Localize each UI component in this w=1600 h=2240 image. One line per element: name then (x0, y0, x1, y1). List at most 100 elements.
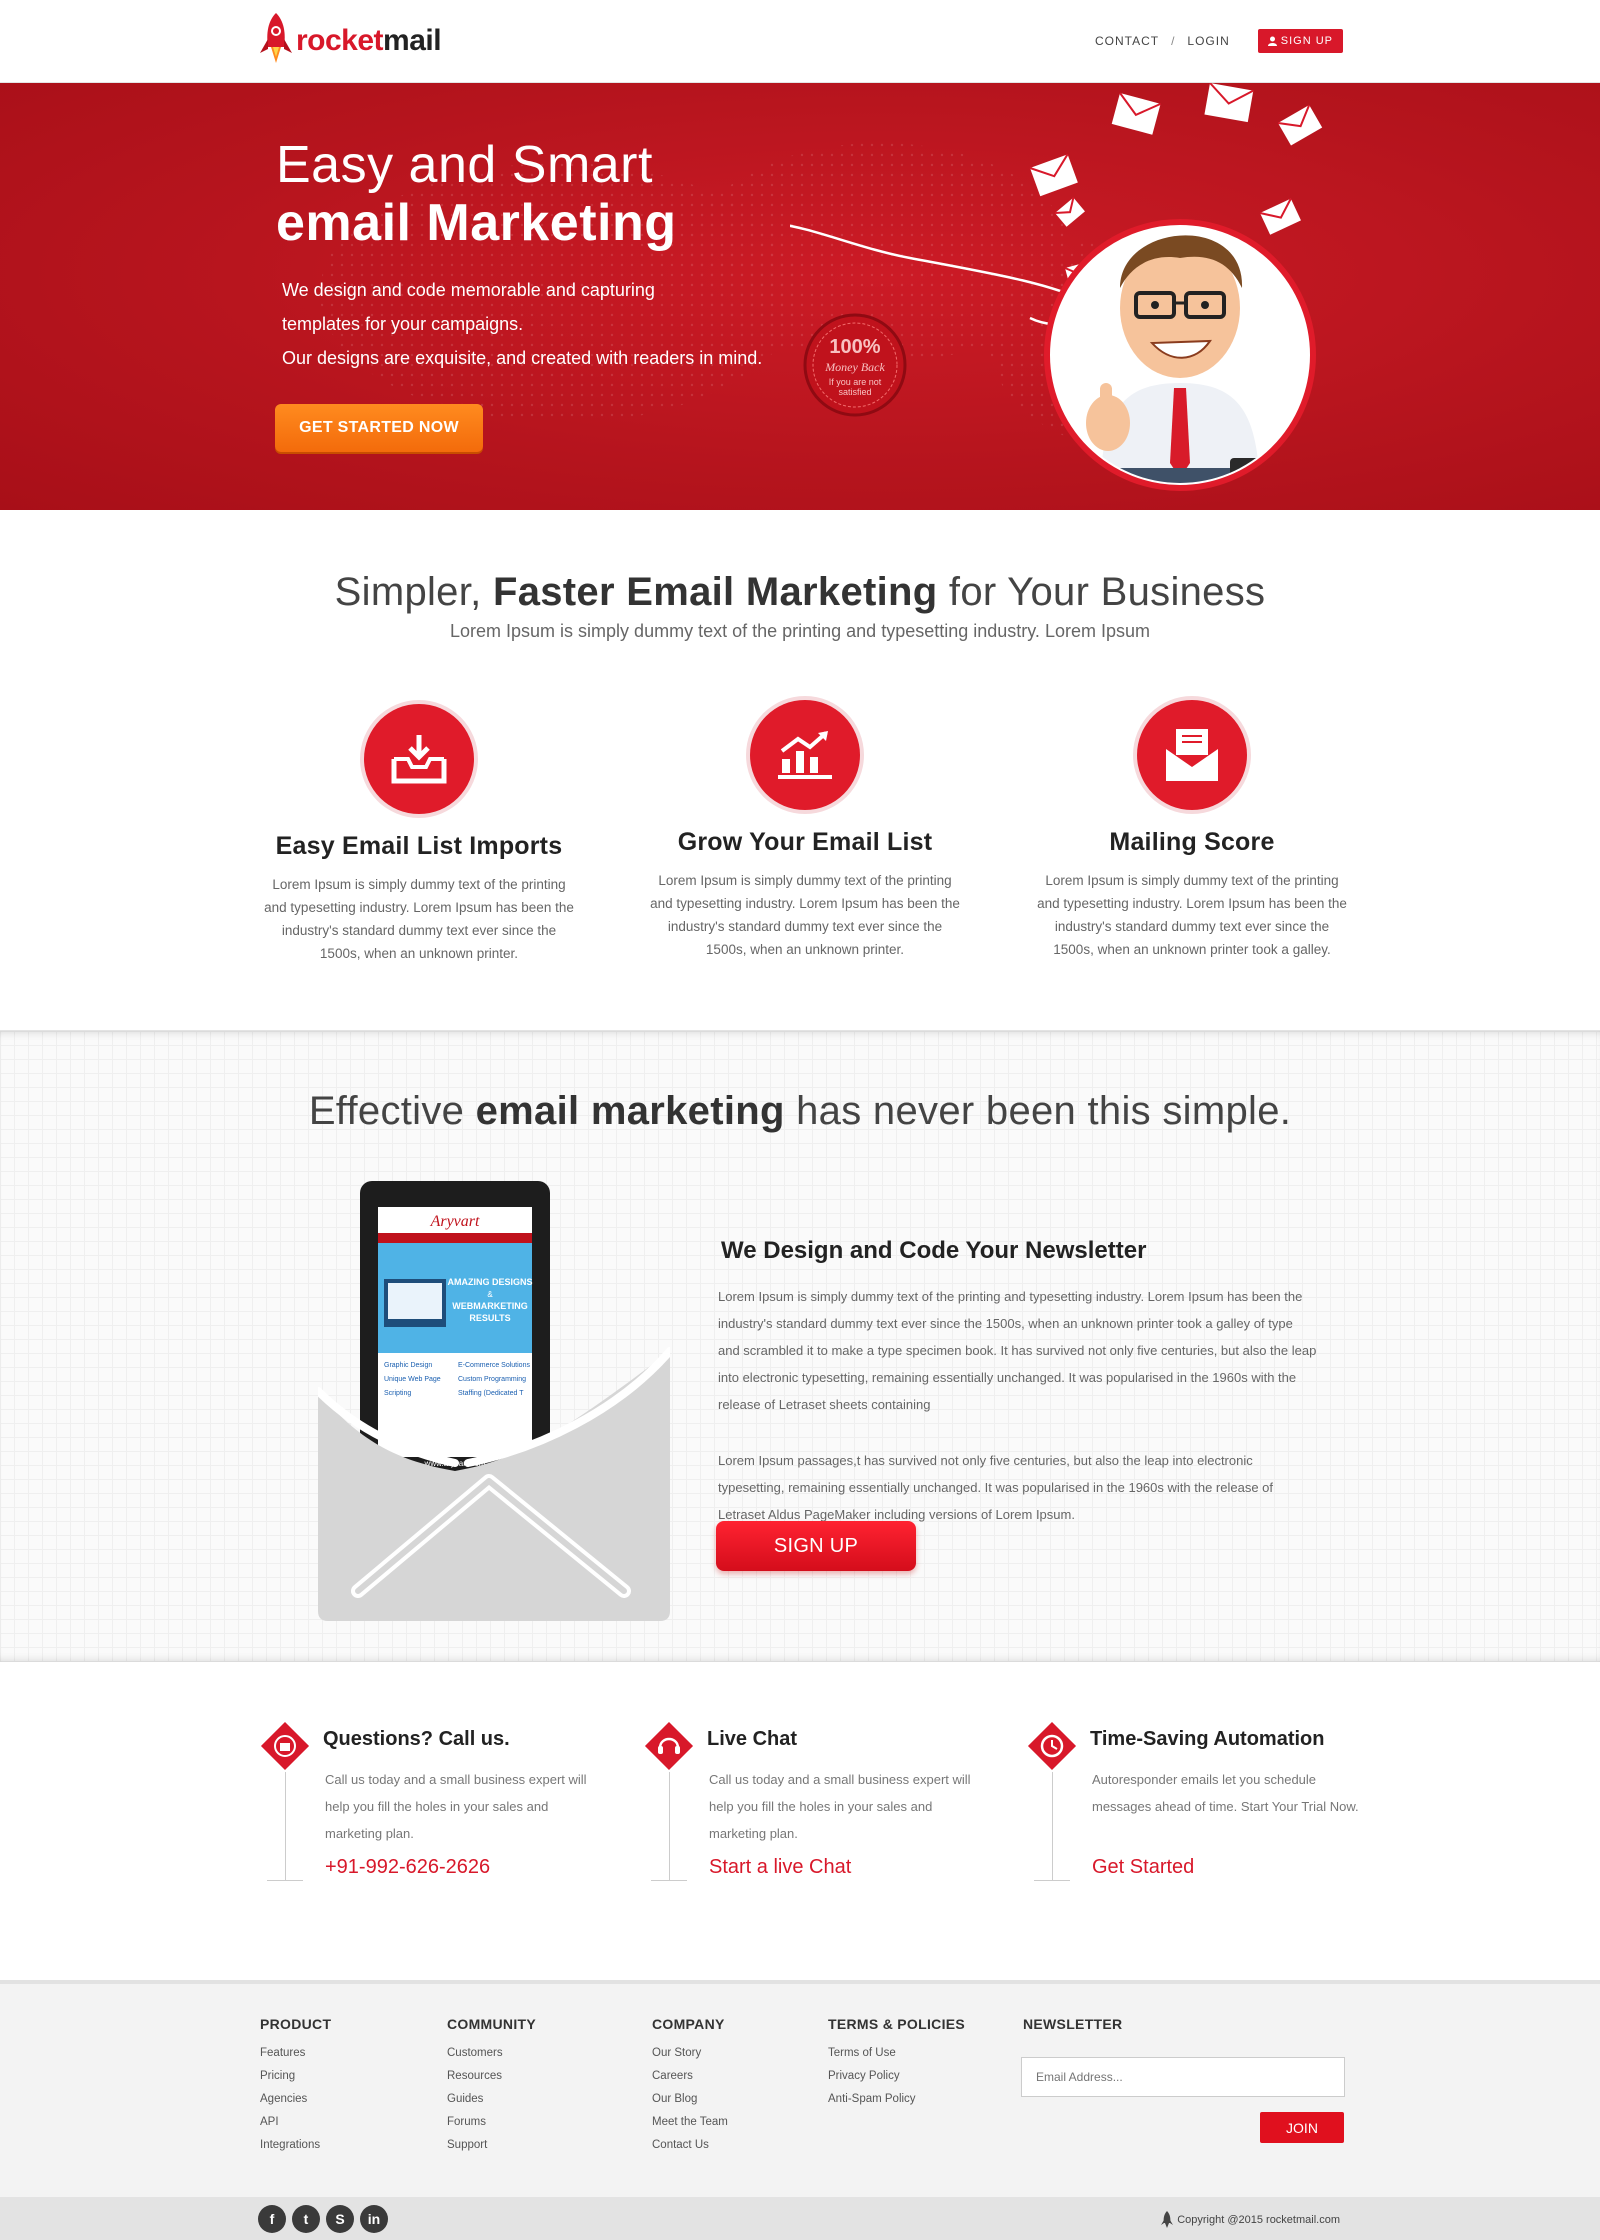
envelope-icon (1204, 83, 1254, 123)
twitter-icon[interactable]: t (292, 2205, 320, 2233)
feature-title: Mailing Score (1109, 828, 1275, 856)
money-back-seal: 100% Money Back If you are not satisfied (803, 313, 907, 417)
newsletter-heading: We Design and Code Your Newsletter (721, 1237, 1147, 1264)
connector-line (285, 1772, 286, 1880)
rocket-icon (260, 13, 292, 63)
logo[interactable]: rocketmail (258, 10, 442, 72)
seal-percent: 100% (829, 336, 880, 358)
feature-text: Lorem Ipsum is simply dummy text of the … (264, 877, 574, 961)
footer-link[interactable]: Customers (447, 2042, 536, 2065)
footer-link[interactable]: Forums (447, 2111, 536, 2134)
newsletter-email-input[interactable] (1021, 2057, 1345, 2097)
device-list-item: Custom Programming (458, 1376, 526, 1383)
nav-contact[interactable]: CONTACT (1095, 34, 1159, 48)
contact-text: Call us today and a small business exper… (709, 1772, 971, 1841)
contact-section: Questions? Call us. Call us today and a … (0, 1662, 1600, 1980)
footer-link[interactable]: Support (447, 2134, 536, 2157)
get-started-link[interactable]: Get Started (1092, 1856, 1194, 1879)
inbox-download-icon (364, 704, 474, 814)
footer-column-title: COMPANY (652, 2016, 725, 2032)
footer-link[interactable]: Features (260, 2042, 331, 2065)
footer-link[interactable]: Careers (652, 2065, 728, 2088)
footer-link[interactable]: Terms of Use (828, 2042, 965, 2065)
connector-line (669, 1772, 670, 1880)
device-banner-amp: & (487, 1290, 493, 1299)
connector-base (267, 1880, 303, 1881)
features-subtitle: Lorem Ipsum is simply dummy text of the … (450, 621, 1150, 641)
footer-link[interactable]: Guides (447, 2088, 536, 2111)
connector-line (1052, 1772, 1053, 1880)
hero-line-3: Our designs are exquisite, and created w… (282, 348, 763, 368)
copyright: Copyright @2015 rocketmail.com (1161, 2211, 1340, 2229)
top-nav: CONTACT / LOGIN SIGN UP (1095, 29, 1343, 53)
page: rocketmail CONTACT / LOGIN SIGN UP Easy … (0, 0, 1600, 2240)
envelope-icon (1259, 198, 1301, 235)
footer-link[interactable]: Our Blog (652, 2088, 728, 2111)
join-button[interactable]: JOIN (1260, 2112, 1344, 2143)
footer-newsletter: NEWSLETTER (1023, 2016, 1122, 2042)
footer-link[interactable]: Integrations (260, 2134, 331, 2157)
mail-envelope-icon (1137, 700, 1247, 810)
footer-link[interactable]: Privacy Policy (828, 2065, 965, 2088)
device-banner-1: AMAZING DESIGNS (447, 1277, 532, 1287)
footer-column-terms: TERMS & POLICIES Terms of Use Privacy Po… (828, 2016, 965, 2111)
footer-link[interactable]: API (260, 2111, 331, 2134)
hero-banner: Easy and Smart email Marketing We design… (0, 83, 1600, 510)
copyright-text: Copyright @2015 rocketmail.com (1177, 2214, 1340, 2226)
businessman-avatar (1044, 219, 1316, 491)
skype-icon[interactable]: S (326, 2205, 354, 2233)
feature-text: Lorem Ipsum is simply dummy text of the … (1037, 873, 1347, 957)
newsletter-paragraph-1: Lorem Ipsum is simply dummy text of the … (718, 1289, 1317, 1412)
device-list-item: Scripting (384, 1390, 411, 1397)
site-header: rocketmail CONTACT / LOGIN SIGN UP (0, 0, 1600, 83)
device-banner-3: RESULTS (469, 1313, 510, 1323)
get-started-button[interactable]: GET STARTED NOW (275, 404, 483, 452)
contact-title: Live Chat (707, 1728, 798, 1750)
footer-link[interactable]: Agencies (260, 2088, 331, 2111)
social-links: f t S in (258, 2205, 388, 2233)
linkedin-icon[interactable]: in (360, 2205, 388, 2233)
connector-base (1034, 1880, 1070, 1881)
footer-column-title: COMMUNITY (447, 2016, 537, 2032)
nav-signup-label: SIGN UP (1280, 35, 1333, 47)
nav-login[interactable]: LOGIN (1187, 34, 1229, 48)
logo-text: rocketmail (296, 24, 442, 58)
nav-signup-button[interactable]: SIGN UP (1257, 29, 1343, 53)
footer-link[interactable]: Contact Us (652, 2134, 728, 2157)
footer-link[interactable]: Resources (447, 2065, 536, 2088)
footer-column-title: PRODUCT (260, 2016, 332, 2032)
device-list-item: Unique Web Page (384, 1376, 441, 1383)
features-title: Simpler, Faster Email Marketing for Your… (0, 570, 1600, 615)
hero-title-bold: email Marketing (276, 194, 677, 252)
rocket-icon (1161, 2211, 1174, 2228)
contact-text: Call us today and a small business exper… (325, 1772, 587, 1841)
features-section: Simpler, Faster Email Marketing for Your… (0, 510, 1600, 1030)
logo-text-part2: mail (383, 24, 442, 57)
feature-card: Mailing Score Lorem Ipsum is simply dumm… (1027, 700, 1357, 961)
contact-text: Autoresponder emails let you schedule me… (1092, 1772, 1359, 1814)
hero-illustration: 100% Money Back If you are not satisfied (790, 83, 1323, 491)
contact-title: Time-Saving Automation (1090, 1728, 1325, 1750)
hero-description: We design and code memorable and capturi… (282, 273, 822, 375)
footer-link[interactable]: Anti-Spam Policy (828, 2088, 965, 2111)
features-title-post: for Your Business (937, 570, 1266, 614)
device-banner-2: WEBMARKETING (452, 1301, 528, 1311)
newsletter-signup-button[interactable]: SIGN UP (716, 1521, 916, 1571)
phone-link[interactable]: +91-992-626-2626 (325, 1856, 490, 1879)
tablet-envelope-illustration: Aryvart AMAZING DESIGNS & WEBMARKETING R… (318, 1181, 670, 1621)
seal-money-back: Money Back (824, 360, 885, 374)
clock-icon (1026, 1720, 1078, 1772)
footer-link[interactable]: Meet the Team (652, 2111, 728, 2134)
footer-link[interactable]: Pricing (260, 2065, 331, 2088)
device-list-item: Graphic Design (384, 1362, 432, 1369)
newsletter-title: Effective email marketing has never been… (0, 1089, 1600, 1134)
footer-newsletter-title: NEWSLETTER (1023, 2016, 1123, 2032)
newsletter-title-bold: email marketing (475, 1089, 785, 1133)
hero-line-2: templates for your campaigns. (282, 314, 524, 334)
headset-icon (643, 1720, 695, 1772)
facebook-icon[interactable]: f (258, 2205, 286, 2233)
features-title-bold: Faster Email Marketing (492, 570, 938, 614)
live-chat-link[interactable]: Start a live Chat (709, 1856, 851, 1879)
connector-base (651, 1880, 687, 1881)
footer-link[interactable]: Our Story (652, 2042, 728, 2065)
